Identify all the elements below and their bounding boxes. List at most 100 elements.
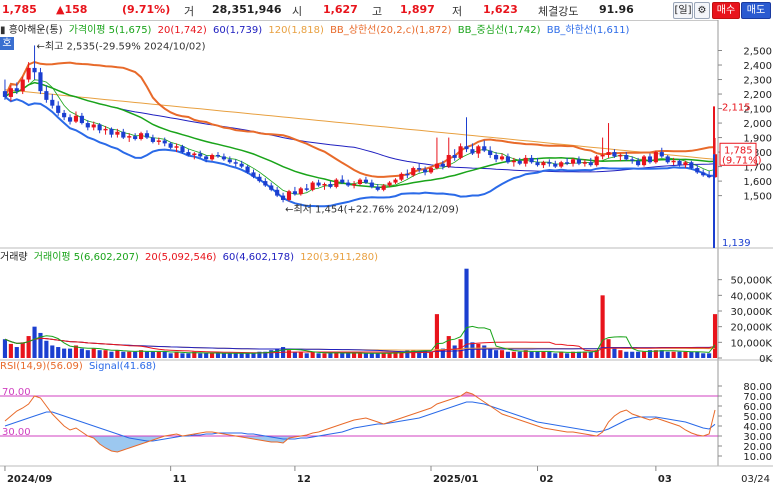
candle-body [215, 154, 221, 157]
price-legend: ▮ 흥아해운(통) 가격이평 5(1,675) 20(1,742) 60(1,7… [0, 21, 632, 36]
volume-title: 거래량 [0, 252, 28, 263]
volume-bar [387, 353, 392, 358]
candle-body [494, 154, 499, 160]
volume-bar [204, 353, 209, 358]
sell-button[interactable]: 매도 [741, 2, 771, 19]
volume-bar [452, 345, 457, 358]
period-button[interactable]: [일] [673, 2, 693, 19]
candle-body [535, 162, 540, 166]
candle-body [257, 176, 262, 182]
x-tick-label: 12 [297, 474, 311, 485]
candle [215, 152, 221, 158]
candle [38, 67, 43, 95]
candle-body [600, 154, 605, 157]
high-note: ←최고 2,535(-29.59% 2024/10/02) [37, 40, 206, 52]
candle [446, 137, 451, 169]
candle-body [67, 117, 73, 122]
price-tick-label: 1,500 [743, 192, 772, 203]
volume-tick-label: 50,000K [730, 276, 772, 287]
low-note: ←최저 1,454(+22.76% 2024/12/09) [285, 203, 459, 215]
candle-body [352, 184, 357, 186]
candle-body [292, 191, 297, 195]
legend-vol-ma60: 60(4,602,178) [222, 252, 295, 263]
candle-body [541, 162, 546, 166]
volume-bar [689, 351, 694, 358]
candle-body [470, 149, 475, 154]
price-tick-label: 2,400 [743, 61, 772, 72]
volume-bar [328, 353, 333, 358]
x-end-label: 03/24 [741, 474, 770, 485]
volume-bar [227, 353, 232, 358]
volume-bar [109, 351, 114, 358]
mode-button[interactable]: 호 [0, 37, 14, 50]
candle-body [121, 131, 126, 138]
candle [73, 111, 79, 124]
volume-bar [56, 347, 61, 358]
volume-bar [535, 351, 540, 358]
volume-bar [369, 353, 374, 358]
candle-body [683, 162, 688, 166]
candle-body [227, 159, 232, 163]
candle [316, 179, 321, 187]
volume-bar [529, 351, 534, 358]
candle-body [405, 173, 410, 176]
candle-body [428, 168, 434, 173]
candle-body [103, 128, 108, 131]
rsi-tick-label: 10.00 [743, 452, 772, 463]
volume-tick-label: 0K [759, 354, 772, 365]
volume-bar [511, 351, 516, 358]
price-change: ▲158 [56, 3, 88, 16]
candle-body [423, 169, 428, 173]
volume-bar [494, 350, 499, 358]
volume-legend: 거래량 거래이평 5(6,602,207) 20(5,092,546) 60(4… [0, 248, 381, 263]
low-value: 1,623 [483, 3, 518, 16]
candle [606, 123, 611, 158]
candle-body [32, 67, 37, 73]
legend-signal: Signal(41.68) [88, 361, 157, 372]
candle [452, 149, 457, 161]
candle-body [529, 157, 534, 163]
volume-bar [239, 353, 244, 358]
candle [659, 147, 664, 158]
volume-bar [162, 351, 167, 358]
candle-body [606, 152, 611, 155]
volume-bar [85, 350, 90, 358]
volume-bar [375, 353, 380, 358]
candle [653, 150, 658, 164]
volume-bar [97, 350, 102, 358]
candle-body [411, 168, 416, 176]
volume-bar [346, 353, 351, 358]
candle-body [322, 184, 327, 186]
settings-button[interactable]: ⚙ [694, 2, 710, 19]
candle [138, 131, 144, 141]
strength-value: 91.96 [599, 3, 634, 16]
candle-body [144, 133, 150, 138]
candle [121, 128, 126, 140]
candle [144, 130, 150, 140]
volume-bar [103, 350, 108, 358]
rsi-lower-label: 30.00 [2, 427, 31, 438]
candle-body [269, 185, 274, 190]
candle [434, 137, 439, 170]
volume-bar [20, 342, 25, 358]
candle [357, 178, 363, 186]
candle-body [369, 182, 374, 187]
candle-body [286, 191, 292, 200]
candle [275, 186, 280, 198]
candle-body [381, 185, 386, 190]
legend-ma60: 60(1,739) [213, 25, 263, 36]
candle-body [91, 124, 96, 128]
candle [67, 114, 73, 125]
candle [517, 157, 522, 166]
candle [56, 101, 61, 116]
volume-bar [44, 340, 49, 358]
candle-body [221, 156, 226, 160]
buy-button[interactable]: 매수 [712, 2, 740, 19]
candle [233, 159, 238, 167]
volume-bar [352, 353, 357, 358]
candle-body [50, 99, 55, 106]
candle-body [665, 156, 670, 163]
volume-bar [168, 353, 173, 358]
candle-body [511, 160, 516, 163]
candle [594, 154, 599, 167]
